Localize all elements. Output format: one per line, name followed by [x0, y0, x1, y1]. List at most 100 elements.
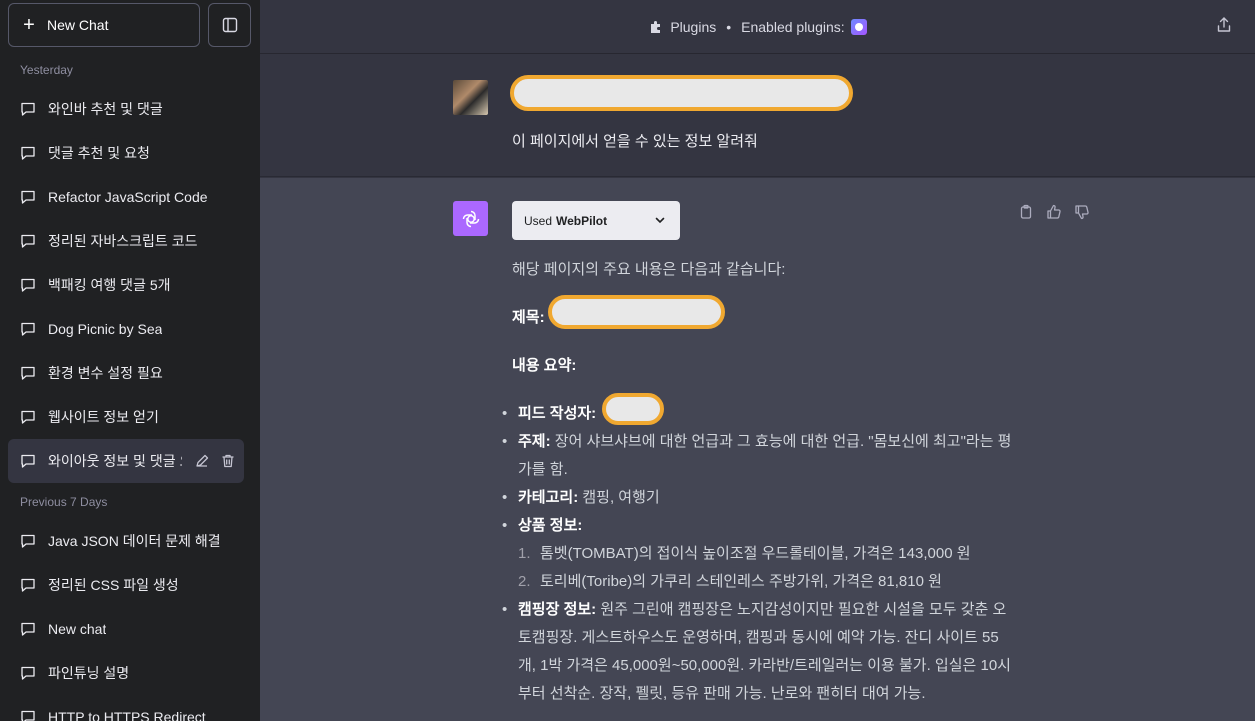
sidebar-item-label: 정리된 자바스크립트 코드: [48, 233, 198, 249]
sidebar-item-chat[interactable]: 백패킹 여행 댓글 5개: [8, 263, 244, 307]
chat-bubble-icon: [21, 454, 35, 468]
sidebar-item-chat[interactable]: Java JSON 데이터 문제 해결: [8, 519, 244, 563]
new-chat-button[interactable]: + New Chat: [8, 3, 200, 47]
list-item: 주제: 장어 샤브샤브에 대한 언급과 그 효능에 대한 언급. "몸보신에 최…: [502, 428, 1012, 484]
sidebar: + New Chat Yesterday 와인바 추천 및 댓글 댓글 추천 및…: [0, 0, 260, 721]
list-item: 상품 정보: 1. 톰벳(TOMBAT)의 접이식 높이조절 우드롤테이블, 가…: [502, 512, 1012, 596]
used-prefix: Used: [524, 213, 553, 228]
sidebar-item-label: New chat: [48, 621, 107, 637]
sidebar-item-chat[interactable]: 파인튜닝 설명: [8, 651, 244, 695]
response-summary-line: 내용 요약:: [512, 352, 1012, 380]
chat-bubble-icon: [21, 146, 35, 160]
copy-icon[interactable]: [1018, 204, 1034, 220]
topic-label: 주제:: [518, 433, 551, 450]
list-item: 2. 토리베(Toribe)의 가쿠리 스테인레스 주방가위, 가격은 81,8…: [518, 568, 1012, 596]
sidebar-item-label: 와이아웃 정보 및 댓글 요: [48, 453, 182, 469]
list-number: 2.: [518, 573, 531, 590]
list-item: 카테고리: 캠핑, 여행기: [502, 484, 1012, 512]
feedback-actions: [1018, 204, 1090, 220]
product-text: 톰벳(TOMBAT)의 접이식 높이조절 우드롤테이블, 가격은 143,000…: [540, 545, 971, 562]
list-item: 캠핑장 정보: 원주 그린애 캠핑장은 노지감성이지만 필요한 시설을 모두 갖…: [502, 596, 1012, 708]
category-text: 캠핑, 여행기: [582, 489, 660, 506]
sidebar-item-chat[interactable]: 댓글 추천 및 요청: [8, 131, 244, 175]
item-actions: [194, 453, 236, 469]
chevron-down-icon: [655, 217, 665, 224]
chat-bubble-icon: [21, 410, 35, 424]
sidebar-item-label: HTTP to HTTPS Redirect: [48, 709, 206, 721]
sidebar-item-label: 와인바 추천 및 댓글: [48, 101, 163, 117]
separator-dot: •: [726, 18, 732, 35]
sidebar-item-active-chat[interactable]: 와이아웃 정보 및 댓글 요: [8, 439, 244, 483]
sidebar-item-label: 백패킹 여행 댓글 5개: [48, 277, 171, 293]
topic-text: 장어 샤브샤브에 대한 언급과 그 효능에 대한 언급. "몸보신에 최고"라는…: [518, 433, 1012, 478]
camp-label: 캠핑장 정보:: [518, 601, 597, 618]
sidebar-item-label: 정리된 CSS 파일 생성: [48, 577, 179, 593]
top-bar: Plugins • Enabled plugins:: [260, 0, 1255, 54]
new-chat-label: New Chat: [47, 17, 109, 33]
used-plugin-dropdown[interactable]: Used WebPilot: [512, 201, 680, 240]
chat-bubble-icon: [21, 622, 35, 636]
enabled-plugins-label: Enabled plugins:: [741, 18, 845, 35]
chat-bubble-icon: [21, 534, 35, 548]
response-intro: 해당 페이지의 주요 내용은 다음과 같습니다:: [512, 261, 786, 278]
chat-bubble-icon: [21, 278, 35, 292]
product-text: 토리베(Toribe)의 가쿠리 스테인레스 주방가위, 가격은 81,810 …: [540, 573, 942, 590]
share-icon[interactable]: [1215, 16, 1233, 34]
sidebar-item-chat[interactable]: 웹사이트 정보 얻기: [8, 395, 244, 439]
chat-bubble-icon: [21, 102, 35, 116]
redacted-url: [510, 75, 853, 111]
section-label-previous-7-days: Previous 7 Days: [20, 495, 108, 509]
chat-bubble-icon: [21, 578, 35, 592]
used-plugin-name: WebPilot: [556, 213, 608, 228]
plus-icon: +: [23, 14, 35, 36]
list-item: 1. 톰벳(TOMBAT)의 접이식 높이조절 우드롤테이블, 가격은 143,…: [518, 540, 1012, 568]
section-label-yesterday: Yesterday: [20, 63, 73, 77]
chat-bubble-icon: [21, 366, 35, 380]
chat-bubble-icon: [21, 190, 35, 204]
user-message-row: 이 페이지에서 얻을 수 있는 정보 알려줘: [260, 55, 1255, 177]
redacted-title: [548, 295, 725, 329]
webpilot-plugin-icon: [850, 18, 867, 35]
chat-bubble-icon: [21, 322, 35, 336]
assistant-avatar: [453, 201, 488, 236]
title-label: 제목:: [512, 309, 545, 326]
user-avatar: [453, 80, 488, 115]
sidebar-item-label: 댓글 추천 및 요청: [48, 145, 150, 161]
user-message-text: 이 페이지에서 얻을 수 있는 정보 알려줘: [512, 133, 758, 150]
sidebar-item-chat[interactable]: 정리된 자바스크립트 코드: [8, 219, 244, 263]
category-label: 카테고리:: [518, 489, 579, 506]
trash-icon[interactable]: [220, 453, 236, 469]
plugin-puzzle-icon: [651, 20, 661, 33]
sidebar-toggle-icon: [222, 17, 237, 33]
chat-bubble-icon: [21, 710, 35, 721]
product-list: 1. 톰벳(TOMBAT)의 접이식 높이조절 우드롤테이블, 가격은 143,…: [518, 540, 1012, 596]
sidebar-item-chat[interactable]: 정리된 CSS 파일 생성: [8, 563, 244, 607]
sidebar-item-chat[interactable]: 환경 변수 설정 필요: [8, 351, 244, 395]
thumbs-up-icon[interactable]: [1046, 204, 1062, 220]
sidebar-item-label: Java JSON 데이터 문제 해결: [48, 533, 221, 549]
chat-bubble-icon: [21, 234, 35, 248]
product-label: 상품 정보:: [518, 517, 583, 534]
list-item: 피드 작성자:: [502, 400, 1012, 428]
mode-label: Plugins: [670, 18, 717, 35]
sidebar-item-chat[interactable]: HTTP to HTTPS Redirect: [8, 695, 244, 721]
summary-label: 내용 요약:: [512, 357, 577, 374]
sidebar-item-chat[interactable]: Refactor JavaScript Code: [8, 175, 244, 219]
summary-list: 피드 작성자: 주제: 장어 샤브샤브에 대한 언급과 그 효능에 대한 언급.…: [502, 400, 1012, 708]
chat-bubble-icon: [21, 666, 35, 680]
assistant-message-row: Used WebPilot 해당 페이지의 주요 내용은 다음과 같습니다: 제…: [260, 178, 1255, 721]
list-number: 1.: [518, 545, 531, 562]
thumbs-down-icon[interactable]: [1074, 204, 1090, 220]
sidebar-item-label: Dog Picnic by Sea: [48, 321, 163, 337]
redacted-author: [602, 393, 664, 425]
sidebar-item-label: 웹사이트 정보 얻기: [48, 409, 159, 425]
sidebar-toggle-button[interactable]: [208, 3, 251, 47]
sidebar-item-label: 환경 변수 설정 필요: [48, 365, 163, 381]
openai-logo-icon: [462, 210, 479, 227]
sidebar-item-label: 파인튜닝 설명: [48, 665, 130, 681]
sidebar-item-chat[interactable]: Dog Picnic by Sea: [8, 307, 244, 351]
sidebar-item-chat[interactable]: 와인바 추천 및 댓글: [8, 87, 244, 131]
sidebar-item-label: Refactor JavaScript Code: [48, 189, 208, 205]
edit-pencil-icon[interactable]: [194, 453, 210, 469]
sidebar-item-chat[interactable]: New chat: [8, 607, 244, 651]
